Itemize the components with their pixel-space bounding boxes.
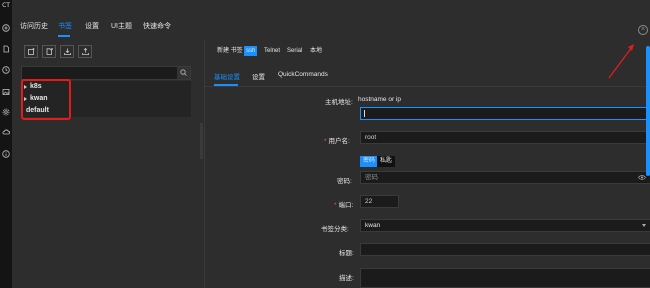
clock-icon[interactable] [2,66,10,74]
top-nav: 访问历史 书签 设置 UI主题 快速命令 [12,0,650,38]
password-input[interactable]: 密码 [360,171,650,184]
auth-tab-private-key[interactable]: 私匙 [377,156,396,167]
category-label: 书签分类: [321,226,349,233]
sidebar-rail: CT [0,0,12,288]
auth-tab-password[interactable]: 密码 [360,156,379,167]
new-bookmark-label: 新建 书签 [217,48,243,54]
subtab-basic[interactable]: 基础设置 [214,71,240,81]
image-icon[interactable] [2,88,10,96]
main-panel: 访问历史 书签 设置 UI主题 快速命令 × k8s kwan default … [12,0,650,288]
bookmark-panel: k8s kwan default [20,40,203,288]
type-telnet[interactable]: Telnet [262,46,282,56]
bookmark-form-panel: 新建 书签 ssh Telnet Serial 本地 基础设置 设置 Quick… [205,40,650,288]
password-placeholder: 密码 [365,174,378,181]
password-label: 密码: [337,178,352,185]
cloud-icon[interactable] [2,128,10,136]
host-label: 主机地址: [325,99,353,106]
bookmark-search-input[interactable] [21,66,191,80]
tab-bookmarks[interactable]: 书签 [58,21,72,31]
active-tab-indicator [58,35,70,37]
type-ssh[interactable]: ssh [244,46,258,56]
eye-icon[interactable] [638,174,646,181]
export-icon[interactable] [78,45,92,58]
type-serial[interactable]: Serial [285,46,304,56]
highlight-box [21,79,71,120]
close-icon[interactable]: × [638,25,648,35]
tree-scrollbar[interactable] [200,123,203,159]
import-icon[interactable] [60,45,74,58]
category-select[interactable]: kwan [360,219,650,232]
port-label: * 端口: [334,202,354,209]
subtab-quickcommands[interactable]: QuickCommands [278,71,328,78]
tab-settings[interactable]: 设置 [85,21,99,31]
plus-circle-icon[interactable] [2,24,10,32]
description-input[interactable] [360,268,650,288]
search-icon[interactable] [177,67,190,79]
tab-quick-commands[interactable]: 快速命令 [143,21,171,31]
title-input[interactable] [360,243,650,256]
new-folder-icon[interactable] [24,45,38,58]
app-logo: CT [2,2,10,9]
subtab-settings[interactable]: 设置 [252,71,265,81]
chevron-down-icon [642,224,646,227]
type-local[interactable]: 本地 [308,46,324,56]
description-label: 描述: [339,275,354,282]
host-input[interactable] [360,107,650,120]
new-file-icon[interactable] [42,45,56,58]
username-input[interactable]: root [360,131,650,144]
text-cursor [364,110,365,117]
form-scrollbar[interactable] [646,46,650,176]
host-hint: hostname or ip [358,96,401,103]
info-icon[interactable] [2,150,10,158]
tab-history[interactable]: 访问历史 [20,21,48,31]
subtab-divider [205,86,650,87]
tab-ui-theme[interactable]: UI主题 [111,21,132,31]
file-icon[interactable] [2,45,10,53]
title-label: 标题: [339,250,354,257]
gear-icon[interactable] [2,108,10,116]
user-label: * 用户名: [324,138,350,145]
port-input[interactable]: 22 [360,195,399,208]
